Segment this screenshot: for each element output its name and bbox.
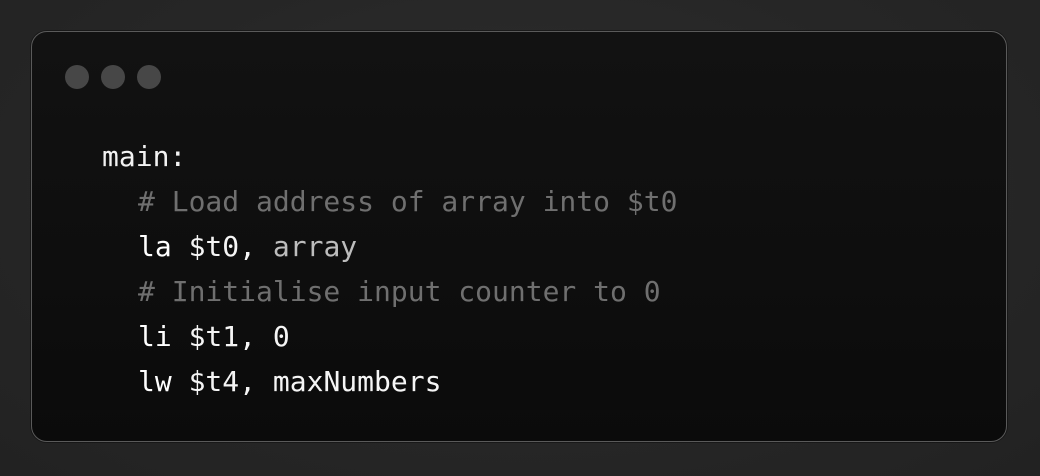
window-dot-icon	[101, 65, 125, 89]
window-controls	[65, 65, 161, 89]
operands-token: $t4, maxNumbers	[188, 365, 442, 398]
code-line-label: main:	[102, 134, 677, 179]
argument-token: array	[272, 230, 358, 263]
code-line-comment: # Initialise input counter to 0	[102, 269, 677, 314]
instruction-token: la	[138, 230, 172, 263]
instruction-token: li	[138, 320, 172, 353]
instruction-token: lw	[138, 365, 172, 398]
window-dot-icon	[137, 65, 161, 89]
label-token: main:	[102, 140, 187, 173]
operands-token: $t1, 0	[188, 320, 290, 353]
comment-token: # Load address of array into $t0	[138, 185, 678, 218]
code-line-instruction: la $t0, array	[102, 224, 677, 269]
code-line-instruction: lw $t4, maxNumbers	[102, 359, 677, 404]
code-window: main: # Load address of array into $t0 l…	[31, 31, 1007, 442]
window-dot-icon	[65, 65, 89, 89]
operands-token: $t0,	[188, 230, 273, 263]
code-line-comment: # Load address of array into $t0	[102, 179, 677, 224]
code-line-instruction: li $t1, 0	[102, 314, 677, 359]
code-block: main: # Load address of array into $t0 l…	[102, 134, 677, 404]
comment-token: # Initialise input counter to 0	[138, 275, 661, 308]
